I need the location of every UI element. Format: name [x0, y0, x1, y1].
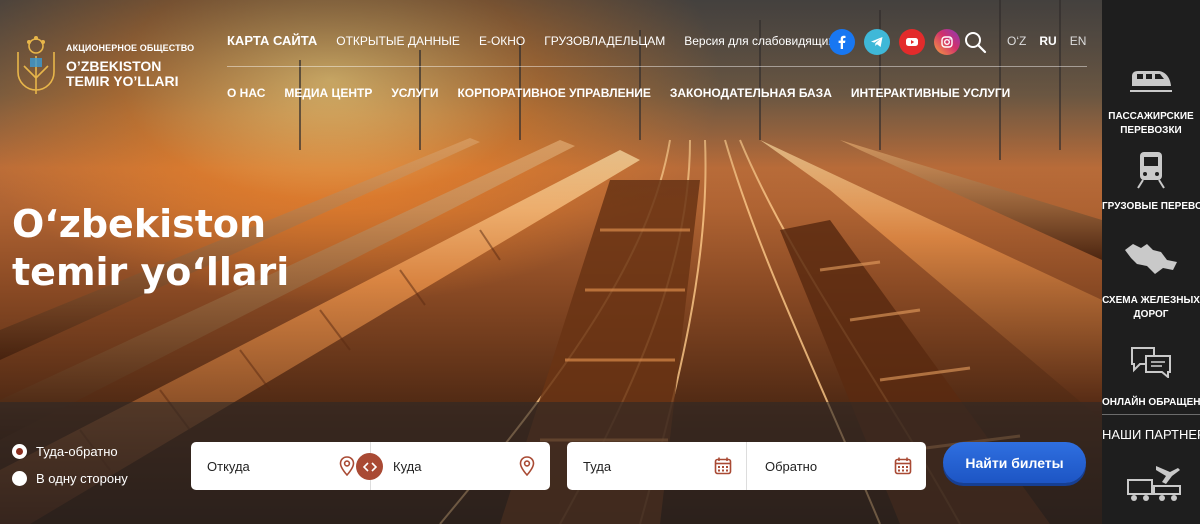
lang-en[interactable]: EN: [1070, 34, 1087, 48]
topnav-open-data[interactable]: ОТКРЫТЫЕ ДАННЫЕ: [336, 34, 460, 48]
mainnav-about[interactable]: О НАС: [227, 86, 265, 100]
freight-train-icon: [1137, 152, 1165, 189]
roundtrip-radio[interactable]: [12, 444, 27, 459]
sidebar-item-online-requests[interactable]: ОНЛАЙН ОБРАЩЕНИЯ: [1102, 344, 1200, 410]
mainnav-media-center[interactable]: МЕДИА ЦЕНТР: [284, 86, 372, 100]
lang-uz[interactable]: O‘Z: [1007, 34, 1026, 48]
sidebar-item-map[interactable]: СХЕМА ЖЕЛЕЗНЫХ ДОРОГ: [1102, 240, 1200, 322]
roundtrip-label: Туда-обратно: [36, 444, 118, 459]
sidebar-partners[interactable]: НАШИ ПАРТНЕРЫ: [1102, 427, 1200, 442]
return-date-field[interactable]: Обратно: [746, 442, 926, 490]
oneway-radio[interactable]: [12, 471, 27, 486]
date-fields: Туда Обратно: [567, 442, 926, 490]
mainnav-interactive-services[interactable]: ИНТЕРАКТИВНЫЕ УСЛУГИ: [851, 86, 1010, 100]
lang-ru[interactable]: RU: [1039, 34, 1056, 48]
sidebar-label-freight: ГРУЗОВЫЕ ПЕРЕВОЗКИ: [1102, 201, 1200, 212]
return-placeholder: Обратно: [765, 458, 818, 474]
telegram-icon[interactable]: [864, 29, 890, 55]
social-links: [829, 29, 960, 55]
main-navigation: О НАС МЕДИА ЦЕНТР УСЛУГИ КОРПОРАТИВНОЕ У…: [227, 86, 1010, 100]
header-divider: [227, 66, 1087, 67]
sidebar-label-map: СХЕМА ЖЕЛЕЗНЫХ ДОРОГ: [1102, 295, 1200, 320]
topnav-accessibility[interactable]: Версия для слабовидящих: [684, 34, 834, 48]
brand-logo[interactable]: АКЦИОНЕРНОЕ ОБЩЕСТВО O’ZBEKISTON TEMIR Y…: [14, 32, 194, 100]
brand-line2: TEMIR YO’LLARI: [66, 73, 179, 89]
mainnav-legislation[interactable]: ЗАКОНОДАТЕЛЬНАЯ БАЗА: [670, 86, 832, 100]
mainnav-services[interactable]: УСЛУГИ: [391, 86, 438, 100]
depart-date-field[interactable]: Туда: [567, 442, 746, 490]
sidebar-label-online-requests: ОНЛАЙН ОБРАЩЕНИЯ: [1102, 397, 1200, 408]
trip-oneway-option[interactable]: В одну сторону: [12, 471, 128, 486]
swap-stations-button[interactable]: [356, 453, 383, 480]
chat-icon: [1131, 347, 1171, 378]
calendar-icon: [714, 457, 732, 475]
map-icon: [1125, 244, 1177, 274]
railway-emblem-icon: [17, 36, 55, 94]
ticket-search-panel: [0, 402, 1102, 524]
location-pin-icon: [519, 456, 535, 476]
facebook-icon[interactable]: [829, 29, 855, 55]
depart-placeholder: Туда: [583, 458, 612, 474]
calendar-icon: [894, 457, 912, 475]
sidebar-label-passenger: ПАССАЖИРСКИЕ ПЕРЕВОЗКИ: [1108, 111, 1194, 136]
topnav-sitemap[interactable]: КАРТА САЙТА: [227, 33, 317, 48]
search-icon[interactable]: [963, 30, 987, 54]
location-pin-icon: [339, 456, 355, 476]
hero-title: O‘zbekiston temir yo‘llari: [12, 200, 289, 296]
sidebar-separator: [1102, 414, 1200, 415]
sidebar-item-freight[interactable]: ГРУЗОВЫЕ ПЕРЕВОЗКИ: [1102, 150, 1200, 214]
to-placeholder: Куда: [393, 458, 422, 474]
to-field[interactable]: Куда: [370, 442, 550, 490]
instagram-icon[interactable]: [934, 29, 960, 55]
from-field[interactable]: Откуда: [191, 442, 370, 490]
trip-roundtrip-option[interactable]: Туда-обратно: [12, 444, 118, 459]
quick-access-sidebar: ПАССАЖИРСКИЕ ПЕРЕВОЗКИ ГРУЗОВЫЕ ПЕРЕВОЗК…: [1102, 0, 1200, 524]
brand-small: АКЦИОНЕРНОЕ ОБЩЕСТВО: [66, 43, 195, 53]
top-navigation: КАРТА САЙТА ОТКРЫТЫЕ ДАННЫЕ E-ОКНО ГРУЗО…: [227, 33, 834, 48]
passenger-train-icon: [1130, 71, 1172, 92]
mainnav-corporate-governance[interactable]: КОРПОРАТИВНОЕ УПРАВЛЕНИЕ: [457, 86, 650, 100]
brand-line1: O’ZBEKISTON: [66, 58, 162, 74]
language-switcher: O‘Z RU EN: [1007, 34, 1086, 48]
oneway-label: В одну сторону: [36, 471, 128, 486]
topnav-e-window[interactable]: E-ОКНО: [479, 34, 525, 48]
sidebar-item-passenger[interactable]: ПАССАЖИРСКИЕ ПЕРЕВОЗКИ: [1102, 66, 1200, 138]
logistics-icon: [1127, 466, 1181, 501]
youtube-icon[interactable]: [899, 29, 925, 55]
hero-title-line1: O‘zbekiston: [12, 202, 267, 246]
find-tickets-button[interactable]: Найти билеты: [943, 442, 1086, 483]
from-placeholder: Откуда: [207, 458, 250, 474]
topnav-cargo-owners[interactable]: ГРУЗОВЛАДЕЛЬЦАМ: [544, 34, 665, 48]
hero-title-line2: temir yo‘llari: [12, 250, 290, 294]
swap-arrows-icon: [362, 461, 377, 472]
